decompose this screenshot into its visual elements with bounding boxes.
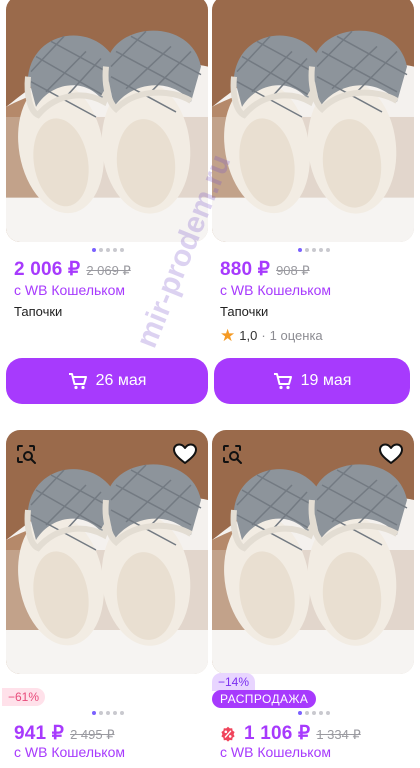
- old-price: 2 069 ₽: [86, 263, 131, 278]
- carousel-dot: [305, 248, 309, 252]
- product-image[interactable]: [6, 430, 208, 674]
- add-to-cart-button[interactable]: 19 мая: [214, 358, 410, 404]
- price-row: 941 ₽ 2 495 ₽: [14, 722, 115, 745]
- old-price: 2 495 ₽: [70, 727, 115, 742]
- star-icon: ★: [220, 326, 236, 345]
- rating-value: 1,0: [239, 328, 258, 343]
- carousel-dot: [92, 711, 96, 715]
- current-price: 941 ₽: [14, 723, 65, 744]
- wallet-note: с WB Кошельком: [220, 744, 331, 760]
- sale-tag-icon: [221, 726, 235, 742]
- carousel-dot: [99, 711, 103, 715]
- similar-search-icon[interactable]: [220, 442, 244, 466]
- image-carousel-dots: [212, 248, 414, 252]
- carousel-dot: [305, 711, 309, 715]
- image-carousel-dots: [212, 711, 414, 715]
- rating: ★ 1,0 · 1 оценка: [220, 327, 323, 344]
- add-to-cart-button[interactable]: 26 мая: [6, 358, 208, 404]
- carousel-dot: [120, 711, 124, 715]
- current-price: 1 106 ₽: [244, 723, 311, 744]
- wallet-note: с WB Кошельком: [14, 282, 125, 298]
- wallet-note: с WB Кошельком: [14, 744, 125, 760]
- carousel-dot: [120, 248, 124, 252]
- carousel-dot: [106, 711, 110, 715]
- image-carousel-dots: [6, 248, 208, 252]
- heart-icon[interactable]: [378, 442, 404, 466]
- rating-separator: ·: [261, 328, 266, 343]
- cart-icon: [68, 373, 87, 390]
- price-row: 1 106 ₽ 1 334 ₽: [220, 722, 361, 745]
- heart-icon[interactable]: [172, 442, 198, 466]
- discount-badge: −14%: [212, 673, 256, 691]
- product-image[interactable]: [212, 0, 414, 242]
- current-price: 2 006 ₽: [14, 259, 81, 280]
- delivery-date-label: 19 мая: [300, 372, 352, 389]
- image-carousel-dots: [6, 711, 208, 715]
- carousel-dot: [92, 248, 96, 252]
- carousel-dot: [312, 248, 316, 252]
- price-row: 2 006 ₽ 2 069 ₽: [14, 258, 131, 281]
- price-row: 880 ₽ 908 ₽: [220, 258, 310, 281]
- sale-badge: РАСПРОДАЖА: [212, 690, 317, 708]
- carousel-dot: [326, 711, 330, 715]
- carousel-dot: [298, 711, 302, 715]
- old-price: 1 334 ₽: [316, 727, 361, 742]
- cart-icon: [273, 373, 292, 390]
- review-count: 1 оценка: [269, 328, 323, 343]
- discount-badge: −61%: [2, 688, 46, 706]
- carousel-dot: [312, 711, 316, 715]
- wallet-note: с WB Кошельком: [220, 282, 331, 298]
- carousel-dot: [106, 248, 110, 252]
- old-price: 908 ₽: [276, 263, 310, 278]
- current-price: 880 ₽: [220, 259, 271, 280]
- carousel-dot: [113, 711, 117, 715]
- carousel-dot: [298, 248, 302, 252]
- delivery-date-label: 26 мая: [95, 372, 147, 389]
- product-name[interactable]: Тапочки: [220, 304, 268, 319]
- carousel-dot: [326, 248, 330, 252]
- product-name[interactable]: Тапочки: [14, 304, 62, 319]
- product-image[interactable]: [212, 430, 414, 674]
- carousel-dot: [319, 248, 323, 252]
- carousel-dot: [319, 711, 323, 715]
- similar-search-icon[interactable]: [14, 442, 38, 466]
- carousel-dot: [113, 248, 117, 252]
- carousel-dot: [99, 248, 103, 252]
- product-image[interactable]: [6, 0, 208, 242]
